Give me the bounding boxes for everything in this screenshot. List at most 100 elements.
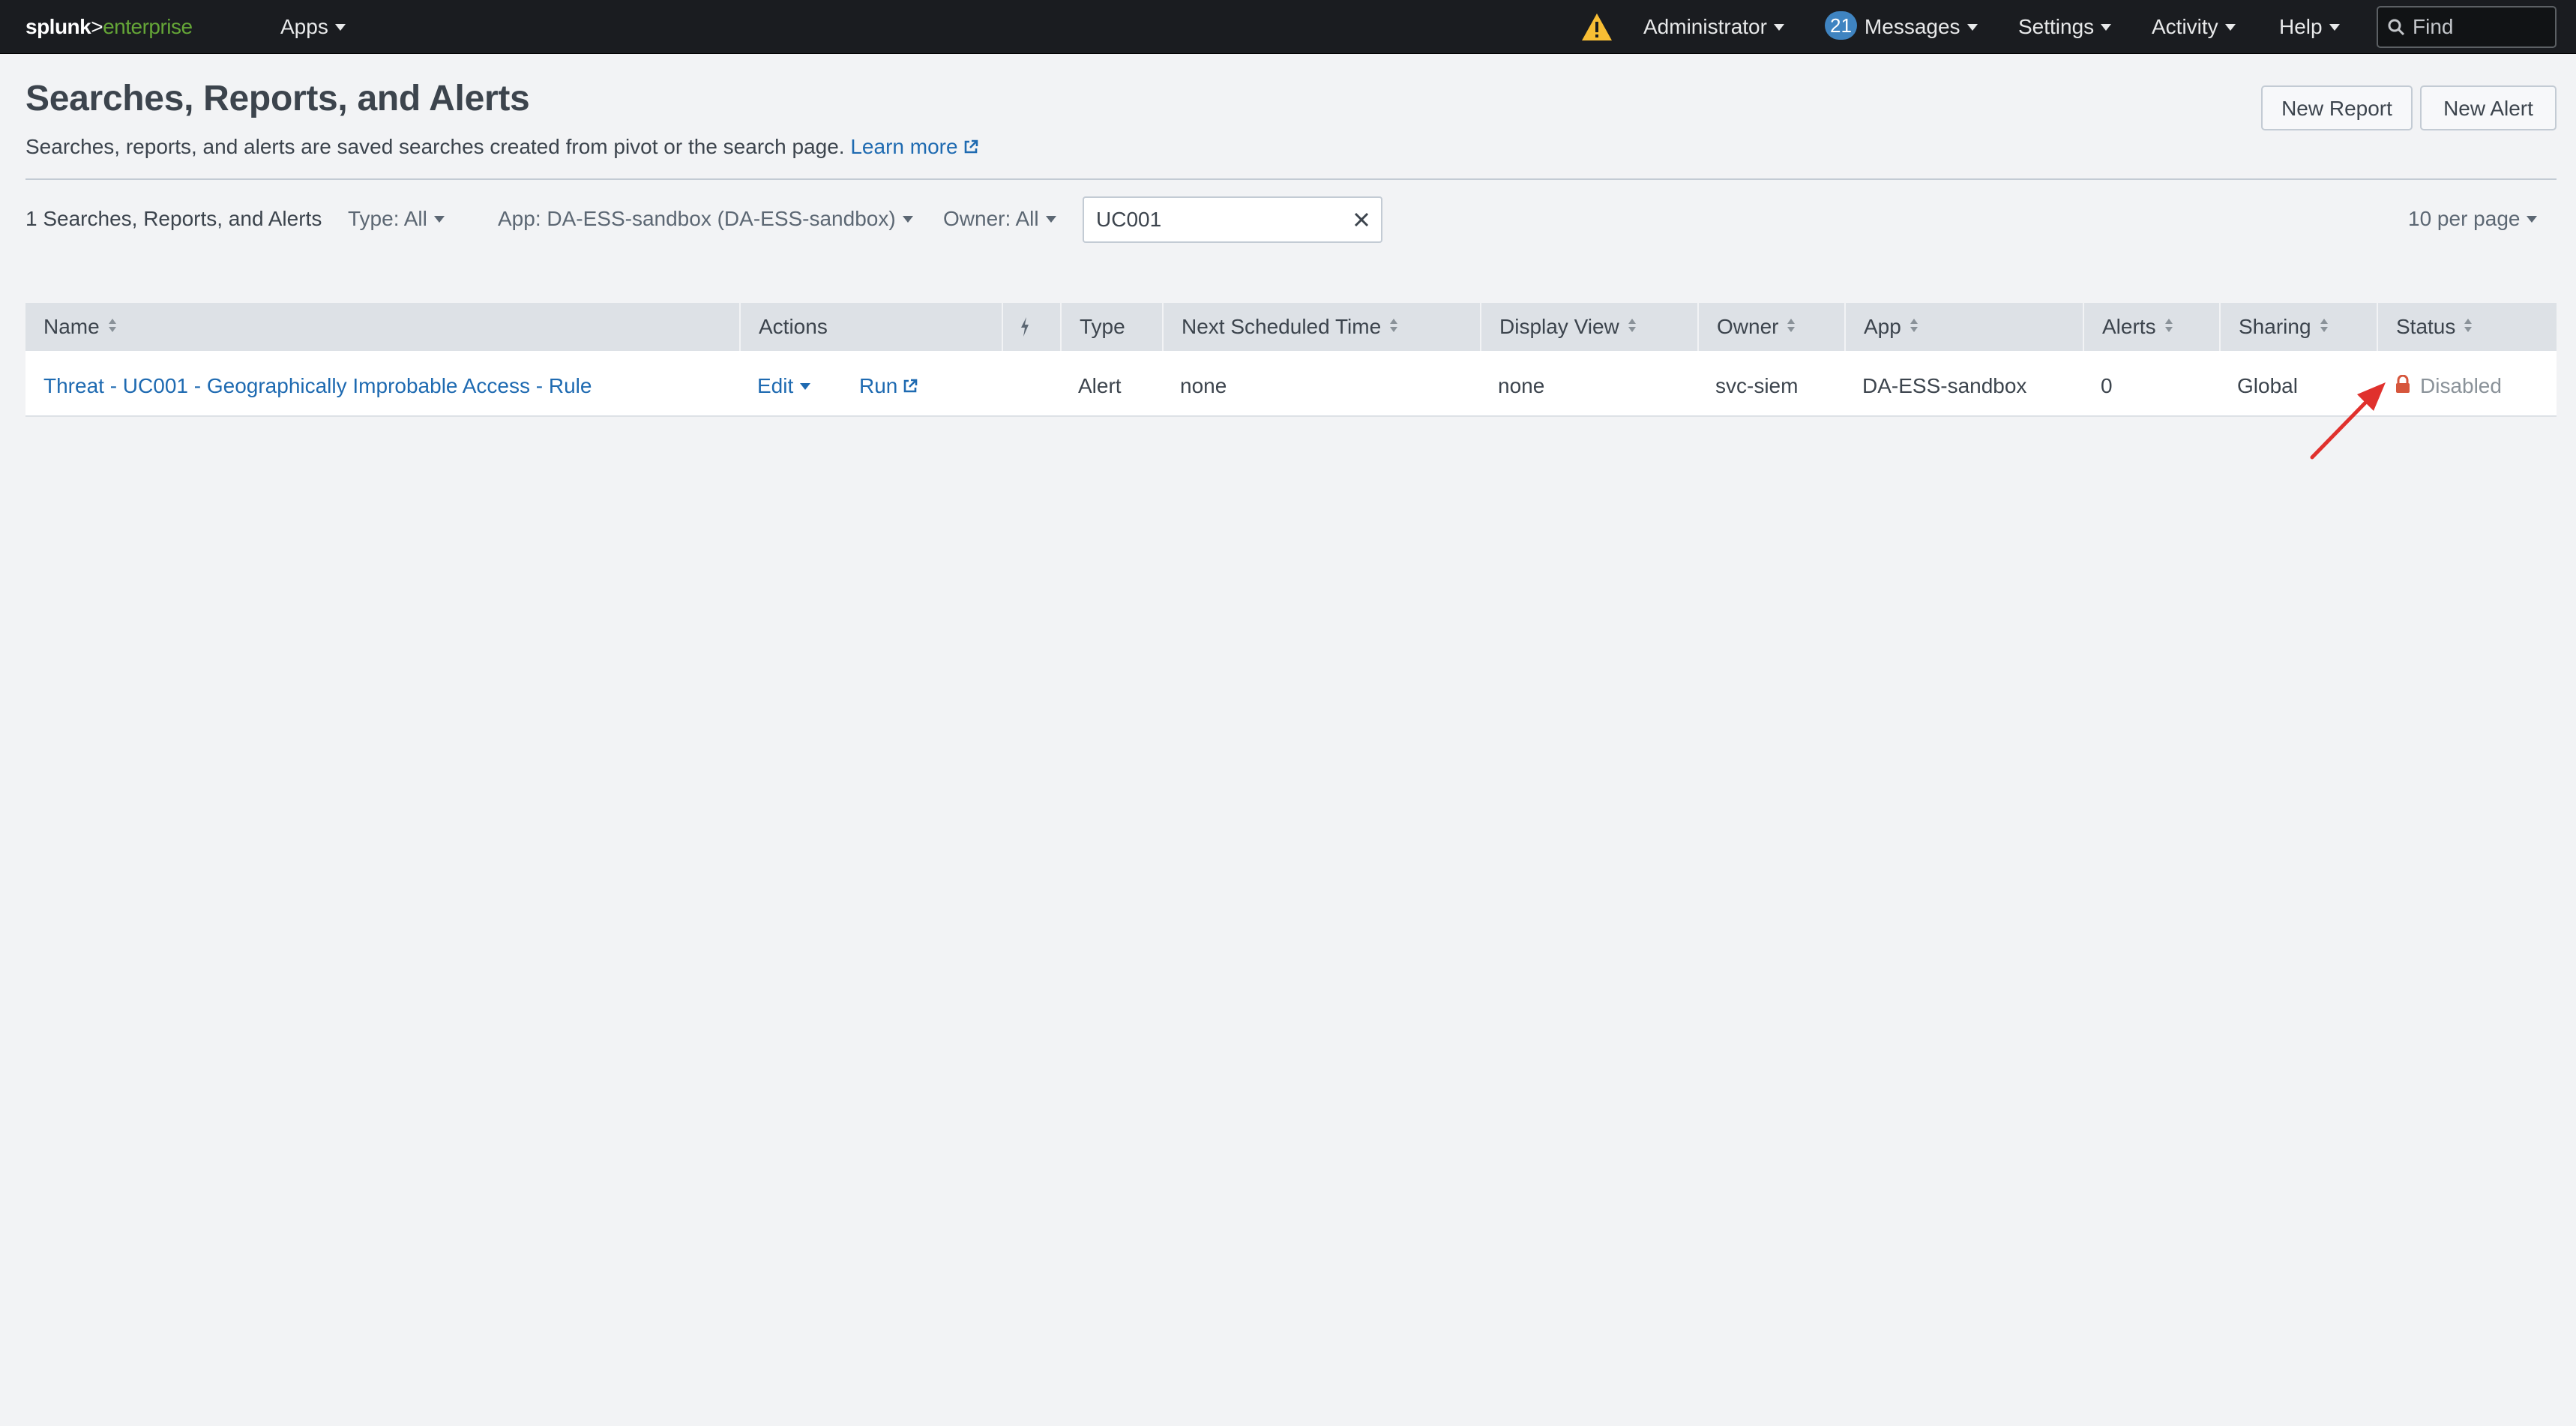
learn-more-link[interactable]: Learn more xyxy=(850,135,978,158)
column-header-actions: Actions xyxy=(739,303,1002,351)
owner-filter-label: Owner: All xyxy=(943,207,1039,230)
per-page-dropdown[interactable]: 10 per page xyxy=(2408,207,2538,231)
row-sharing: Global xyxy=(2237,374,2298,397)
table-header: Name Actions Type Next Scheduled Time Di… xyxy=(25,303,2557,351)
column-header-next-scheduled-label: Next Scheduled Time xyxy=(1182,315,1382,338)
header-divider xyxy=(25,178,2557,180)
page-description: Searches, reports, and alerts are saved … xyxy=(25,135,979,159)
help-menu[interactable]: Help xyxy=(2279,0,2340,54)
column-header-alerts-label: Alerts xyxy=(2102,315,2156,338)
column-header-name[interactable]: Name xyxy=(25,303,739,351)
chevron-down-icon xyxy=(1773,24,1784,31)
type-filter-label: Type: All xyxy=(348,207,427,230)
sort-icon xyxy=(2464,319,2473,332)
row-status-label: Disabled xyxy=(2420,374,2502,397)
external-link-icon xyxy=(964,139,978,154)
logo-text-splunk: splunk xyxy=(25,15,91,38)
owner-filter-dropdown[interactable]: Owner: All xyxy=(943,207,1056,231)
column-header-display-view[interactable]: Display View xyxy=(1480,303,1697,351)
sort-icon xyxy=(2320,319,2328,332)
column-header-owner[interactable]: Owner xyxy=(1697,303,1844,351)
results-count: 1 Searches, Reports, and Alerts xyxy=(25,207,322,230)
column-header-alerts[interactable]: Alerts xyxy=(2083,303,2219,351)
column-header-status-label: Status xyxy=(2396,315,2456,338)
page-title: Searches, Reports, and Alerts xyxy=(25,79,530,118)
sort-icon xyxy=(1787,319,1796,332)
settings-menu[interactable]: Settings xyxy=(2018,0,2112,54)
row-display-view: none xyxy=(1498,374,1545,397)
row-app: DA-ESS-sandbox xyxy=(1862,374,2027,397)
messages-count-badge: 21 xyxy=(1825,11,1857,40)
column-header-type: Type xyxy=(1060,303,1162,351)
column-header-display-view-label: Display View xyxy=(1499,315,1619,338)
chevron-down-icon xyxy=(334,24,346,31)
row-status[interactable]: Disabled xyxy=(2377,351,2502,415)
sort-icon xyxy=(1628,319,1636,332)
column-header-status[interactable]: Status xyxy=(2377,303,2557,351)
page-description-text: Searches, reports, and alerts are saved … xyxy=(25,135,845,158)
apps-menu[interactable]: Apps xyxy=(280,0,346,54)
new-report-button[interactable]: New Report xyxy=(2261,85,2413,130)
logo-text-chevron: > xyxy=(91,15,103,38)
column-header-app-label: App xyxy=(1864,315,1901,338)
messages-menu[interactable]: 21 Messages xyxy=(1825,0,1978,54)
column-header-name-label: Name xyxy=(43,315,100,338)
app-filter-label: App: DA-ESS-sandbox (DA-ESS-sandbox) xyxy=(498,207,896,230)
row-run-link[interactable]: Run xyxy=(841,351,918,415)
splunk-logo[interactable]: splunk>enterprise xyxy=(25,0,193,54)
sort-icon xyxy=(1390,319,1398,332)
warning-icon[interactable] xyxy=(1580,12,1613,42)
lock-icon xyxy=(2396,375,2410,393)
sort-icon xyxy=(108,319,116,332)
apps-menu-label: Apps xyxy=(280,15,328,38)
chevron-down-icon xyxy=(2527,216,2538,223)
app-filter-dropdown[interactable]: App: DA-ESS-sandbox (DA-ESS-sandbox) xyxy=(498,207,913,231)
help-label: Help xyxy=(2279,15,2323,38)
row-alerts: 0 xyxy=(2101,374,2113,397)
per-page-label: 10 per page xyxy=(2408,207,2521,230)
messages-label: Messages xyxy=(1864,15,1960,38)
row-name-link[interactable]: Threat - UC001 - Geographically Improbab… xyxy=(25,351,592,415)
column-header-sharing[interactable]: Sharing xyxy=(2219,303,2377,351)
administrator-menu[interactable]: Administrator xyxy=(1643,0,1784,54)
chevron-down-icon xyxy=(800,383,811,390)
chevron-down-icon xyxy=(1966,24,1978,31)
chevron-down-icon xyxy=(2224,24,2236,31)
row-edit-label: Edit xyxy=(757,374,794,397)
find-placeholder: Find xyxy=(2413,15,2454,38)
new-alert-button[interactable]: New Alert xyxy=(2420,85,2557,130)
type-filter-dropdown[interactable]: Type: All xyxy=(348,207,445,231)
column-header-next-scheduled[interactable]: Next Scheduled Time xyxy=(1162,303,1480,351)
activity-label: Activity xyxy=(2152,15,2218,38)
row-type: Alert xyxy=(1078,374,1122,397)
row-name-label: Threat - UC001 - Geographically Improbab… xyxy=(43,374,592,397)
learn-more-label: Learn more xyxy=(850,135,958,158)
find-input[interactable]: Find xyxy=(2377,6,2557,48)
external-link-icon xyxy=(904,379,918,393)
column-header-lightning xyxy=(1002,303,1060,351)
column-header-sharing-label: Sharing xyxy=(2239,315,2311,338)
row-owner: svc-siem xyxy=(1715,374,1799,397)
sort-icon xyxy=(1910,319,1918,332)
chevron-down-icon xyxy=(1045,216,1056,223)
chevron-down-icon xyxy=(2329,24,2340,31)
row-run-label: Run xyxy=(859,374,898,397)
settings-label: Settings xyxy=(2018,15,2095,38)
column-header-owner-label: Owner xyxy=(1717,315,1779,338)
row-edit-menu[interactable]: Edit xyxy=(739,351,811,415)
top-nav-bar: splunk>enterprise Apps Administrator 21 M… xyxy=(0,0,2576,54)
sort-icon xyxy=(2164,319,2173,332)
activity-menu[interactable]: Activity xyxy=(2152,0,2236,54)
lightning-icon xyxy=(1021,317,1029,337)
chevron-down-icon xyxy=(902,216,913,223)
filter-search-input[interactable]: UC001 xyxy=(1083,196,1382,243)
logo-text-enterprise: enterprise xyxy=(103,15,193,38)
chevron-down-icon xyxy=(433,216,445,223)
column-header-app[interactable]: App xyxy=(1844,303,2083,351)
table-row: Threat - UC001 - Geographically Improbab… xyxy=(25,351,2557,417)
annotation-arrow xyxy=(2310,382,2386,460)
filter-search-value: UC001 xyxy=(1096,208,1162,231)
search-icon xyxy=(2388,19,2405,36)
clear-search-icon[interactable] xyxy=(1352,211,1370,229)
administrator-label: Administrator xyxy=(1643,15,1767,38)
